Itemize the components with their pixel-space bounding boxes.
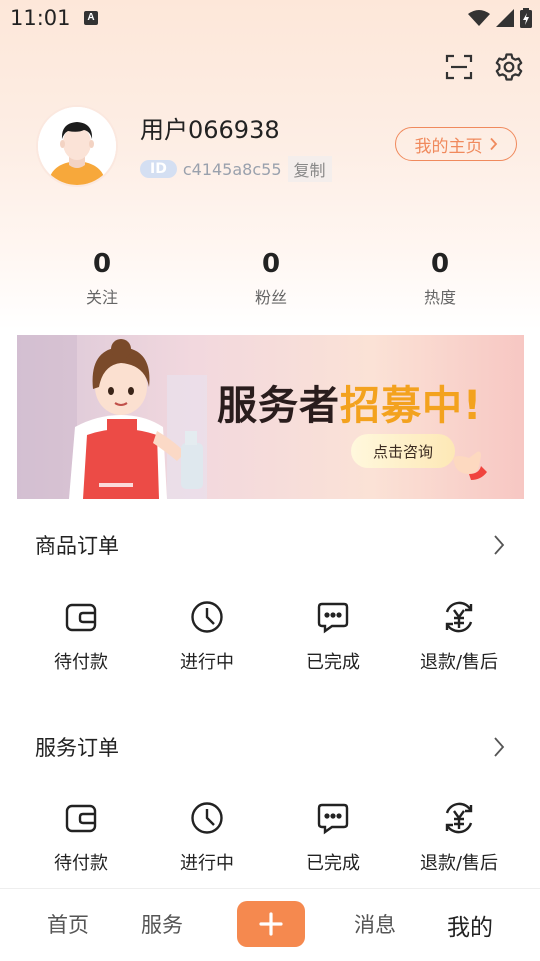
scan-icon bbox=[445, 54, 473, 80]
stat-fans[interactable]: 0 粉丝 bbox=[211, 248, 331, 308]
stat-popularity-label: 热度 bbox=[423, 288, 456, 307]
copy-id-button[interactable]: 复制 bbox=[287, 156, 332, 182]
product-in-progress-label: 进行中 bbox=[180, 652, 234, 673]
avatar[interactable] bbox=[36, 105, 118, 187]
stat-fans-label: 粉丝 bbox=[254, 288, 287, 307]
product-orders-title: 商品订单 bbox=[35, 534, 119, 558]
user-id-value: c4145a8c55 bbox=[182, 159, 282, 179]
signal-icon bbox=[496, 9, 514, 27]
consult-button[interactable]: 点击咨询 bbox=[351, 434, 455, 468]
banner-illustration bbox=[17, 335, 207, 499]
product-refund-aftersales-label: 退款/售后 bbox=[419, 652, 499, 673]
stat-following-label: 关注 bbox=[85, 288, 118, 307]
chevron-right-icon bbox=[494, 535, 505, 555]
publish-button[interactable] bbox=[237, 901, 305, 947]
wallet-icon bbox=[65, 804, 97, 833]
pointing-hand-icon bbox=[453, 451, 487, 480]
user-id-row: ID c4145a8c55 复制 bbox=[140, 156, 332, 182]
service-completed[interactable]: 已完成 bbox=[270, 801, 396, 875]
settings-button[interactable] bbox=[494, 52, 524, 82]
status-bar: 11:01 A bbox=[0, 0, 540, 36]
service-orders-grid: 待付款 进行中 已完成 退款/售后 bbox=[18, 801, 523, 875]
banner-title: 服务者招募中! bbox=[217, 373, 482, 431]
refund-icon bbox=[445, 601, 473, 633]
status-time: 11:01 bbox=[10, 6, 71, 30]
wallet-icon bbox=[65, 603, 97, 632]
refund-icon bbox=[445, 802, 473, 834]
banner-title-highlight: 招募中! bbox=[340, 383, 483, 429]
stat-popularity[interactable]: 0 热度 bbox=[380, 248, 500, 308]
recruitment-banner[interactable]: 服务者招募中! 点击咨询 bbox=[17, 335, 524, 499]
product-refund-aftersales[interactable]: 退款/售后 bbox=[396, 600, 522, 674]
service-refund-aftersales[interactable]: 退款/售后 bbox=[396, 801, 522, 875]
username: 用户066938 bbox=[140, 116, 280, 144]
service-pending-payment[interactable]: 待付款 bbox=[18, 801, 144, 875]
tab-home[interactable]: 首页 bbox=[47, 909, 89, 939]
product-orders-header[interactable]: 商品订单 bbox=[35, 530, 505, 560]
clock-icon bbox=[191, 802, 223, 834]
notification-badge: A bbox=[84, 11, 98, 25]
stat-popularity-value: 0 bbox=[430, 249, 450, 279]
clock-icon bbox=[191, 601, 223, 633]
chat-icon bbox=[317, 602, 349, 634]
banner-title-main: 服务者 bbox=[217, 383, 340, 429]
service-orders-header[interactable]: 服务订单 bbox=[35, 732, 505, 762]
service-orders-title: 服务订单 bbox=[35, 736, 119, 760]
service-completed-label: 已完成 bbox=[306, 853, 360, 874]
product-completed[interactable]: 已完成 bbox=[270, 600, 396, 674]
system-icons bbox=[468, 6, 532, 30]
stat-following-value: 0 bbox=[92, 249, 112, 279]
gear-icon bbox=[495, 53, 523, 81]
my-homepage-label: 我的主页 bbox=[414, 136, 483, 157]
product-completed-label: 已完成 bbox=[306, 652, 360, 673]
service-refund-aftersales-label: 退款/售后 bbox=[419, 853, 499, 874]
service-pending-payment-label: 待付款 bbox=[54, 853, 108, 874]
id-badge: ID bbox=[140, 160, 177, 178]
product-pending-payment-label: 待付款 bbox=[54, 652, 108, 673]
scan-button[interactable] bbox=[444, 52, 474, 82]
my-homepage-button[interactable]: 我的主页 bbox=[395, 127, 517, 161]
service-in-progress-label: 进行中 bbox=[180, 853, 234, 874]
service-in-progress[interactable]: 进行中 bbox=[144, 801, 270, 875]
plus-icon bbox=[259, 912, 283, 936]
tab-mine[interactable]: 我的 bbox=[447, 908, 493, 942]
product-pending-payment[interactable]: 待付款 bbox=[18, 600, 144, 674]
tab-service[interactable]: 服务 bbox=[141, 909, 183, 939]
stat-following[interactable]: 0 关注 bbox=[42, 248, 162, 308]
wifi-icon bbox=[468, 10, 490, 26]
bottom-tab-bar: 首页 服务 消息 我的 bbox=[0, 888, 540, 961]
chevron-right-icon bbox=[494, 737, 505, 757]
chat-icon bbox=[317, 803, 349, 835]
avatar-image bbox=[38, 107, 116, 185]
product-orders-grid: 待付款 进行中 已完成 退款/售后 bbox=[18, 600, 523, 674]
product-in-progress[interactable]: 进行中 bbox=[144, 600, 270, 674]
chevron-right-icon bbox=[489, 137, 497, 151]
header-actions bbox=[444, 52, 524, 82]
stat-fans-value: 0 bbox=[261, 249, 281, 279]
battery-icon bbox=[520, 8, 532, 28]
tab-messages[interactable]: 消息 bbox=[354, 909, 396, 939]
